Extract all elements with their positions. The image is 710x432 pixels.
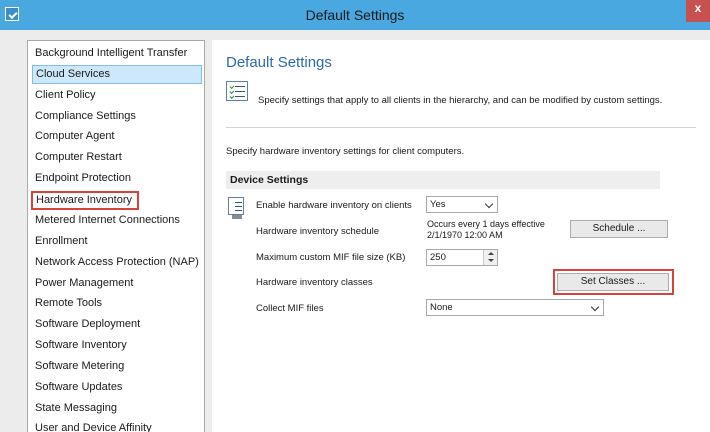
panel-subtitle: Specify hardware inventory settings for …	[226, 146, 465, 157]
sidebar-item-hardware-inventory[interactable]: Hardware Inventory	[31, 191, 139, 210]
chevron-up-icon[interactable]	[488, 252, 494, 255]
sidebar-item-software-updates[interactable]: Software Updates	[32, 378, 202, 397]
chevron-down-icon[interactable]	[488, 259, 494, 262]
schedule-label: Hardware inventory schedule	[256, 226, 380, 237]
classes-label: Hardware inventory classes	[256, 277, 373, 288]
sidebar-item-user-and-device-affinity[interactable]: User and Device Affinity	[32, 419, 202, 432]
close-button[interactable]: x	[686, 0, 710, 22]
chevron-down-icon	[484, 199, 494, 209]
sidebar-item-network-access-protection[interactable]: Network Access Protection (NAP)	[32, 253, 202, 272]
window-title: Default Settings	[305, 7, 405, 23]
title-bar: Default Settings x	[0, 0, 710, 30]
stepper-buttons[interactable]	[483, 250, 497, 265]
sidebar-item-client-policy[interactable]: Client Policy	[32, 86, 202, 105]
enable-inventory-dropdown[interactable]: Yes	[426, 196, 498, 213]
group-title: Device Settings	[230, 174, 309, 186]
schedule-summary: Occurs every 1 days effective 2/1/1970 1…	[427, 219, 545, 241]
enable-inventory-value: Yes	[430, 199, 446, 210]
chevron-down-icon	[590, 302, 600, 312]
schedule-line-2: 2/1/1970 12:00 AM	[427, 230, 503, 240]
settings-sidebar: Background Intelligent Transfer Cloud Se…	[27, 40, 205, 432]
settings-document-icon	[226, 197, 248, 219]
divider	[226, 127, 696, 128]
mif-size-value: 250	[430, 252, 446, 263]
sidebar-item-enrollment[interactable]: Enrollment	[32, 232, 202, 251]
collect-mif-value: None	[430, 302, 453, 313]
mif-size-stepper[interactable]: 250	[426, 249, 498, 266]
collect-mif-label: Collect MIF files	[256, 303, 324, 314]
sidebar-item-compliance-settings[interactable]: Compliance Settings	[32, 107, 202, 126]
sidebar-item-computer-restart[interactable]: Computer Restart	[32, 148, 202, 167]
panel-description: Specify settings that apply to all clien…	[258, 95, 663, 106]
enable-inventory-label: Enable hardware inventory on clients	[256, 200, 412, 211]
set-classes-button[interactable]: Set Classes ...	[557, 273, 669, 291]
mif-size-label: Maximum custom MIF file size (KB)	[256, 252, 406, 263]
sidebar-item-remote-tools[interactable]: Remote Tools	[32, 294, 202, 313]
sidebar-item-endpoint-protection[interactable]: Endpoint Protection	[32, 169, 202, 188]
page-title: Default Settings	[226, 54, 332, 71]
schedule-line-1: Occurs every 1 days effective	[427, 219, 545, 229]
sidebar-item-background-intelligent-transfer[interactable]: Background Intelligent Transfer	[32, 44, 202, 63]
sidebar-item-computer-agent[interactable]: Computer Agent	[32, 127, 202, 146]
sidebar-item-cloud-services[interactable]: Cloud Services	[32, 65, 202, 84]
sidebar-item-metered-internet-connections[interactable]: Metered Internet Connections	[32, 211, 202, 230]
schedule-button[interactable]: Schedule ...	[570, 220, 668, 238]
sidebar-item-power-management[interactable]: Power Management	[32, 274, 202, 293]
sidebar-item-software-deployment[interactable]: Software Deployment	[32, 315, 202, 334]
sidebar-item-software-metering[interactable]: Software Metering	[32, 357, 202, 376]
settings-panel: Default Settings Specify settings that a…	[212, 40, 710, 432]
settings-list-icon	[226, 81, 248, 101]
sidebar-item-software-inventory[interactable]: Software Inventory	[32, 336, 202, 355]
sidebar-item-state-messaging[interactable]: State Messaging	[32, 399, 202, 418]
device-settings-header: Device Settings	[226, 171, 660, 189]
collect-mif-dropdown[interactable]: None	[426, 299, 604, 316]
